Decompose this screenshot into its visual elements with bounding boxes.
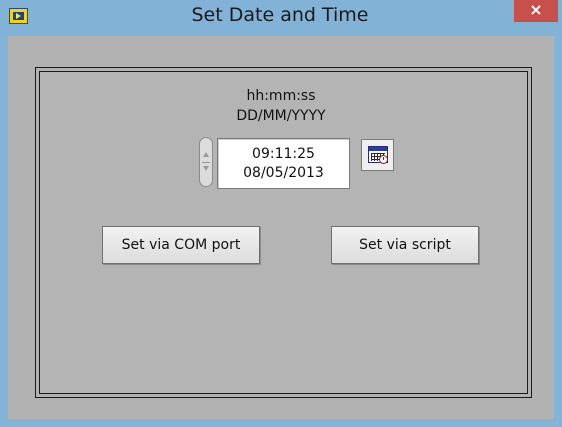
app-icon [9, 8, 28, 24]
calendar-clock-icon [368, 146, 388, 164]
app-icon-screen [13, 12, 24, 20]
time-value: 09:11:25 [252, 146, 315, 162]
datetime-field[interactable]: 09:11:25 08/05/2013 [217, 138, 350, 189]
spinner-down-arrow-icon[interactable] [203, 166, 209, 171]
date-format-label: DD/MM/YYYY [236, 108, 326, 124]
window-title: Set Date and Time [191, 4, 369, 26]
spinner-divider [202, 162, 210, 163]
date-value: 08/05/2013 [243, 165, 324, 181]
spinner-up-arrow-icon[interactable] [203, 152, 209, 157]
set-via-script-button[interactable]: Set via script [331, 226, 479, 264]
title-bar[interactable]: Set Date and Time × [0, 0, 562, 36]
calendar-header [369, 147, 387, 151]
calendar-picker-button[interactable] [361, 139, 394, 171]
close-button[interactable]: × [514, 0, 558, 22]
set-date-time-window: Set Date and Time × hh:mm:ss DD/MM/YYYY … [0, 0, 562, 427]
clock-icon [379, 155, 388, 164]
time-format-label: hh:mm:ss [246, 88, 316, 104]
set-via-com-port-button[interactable]: Set via COM port [102, 226, 260, 264]
datetime-spinner-icon[interactable] [199, 137, 213, 187]
